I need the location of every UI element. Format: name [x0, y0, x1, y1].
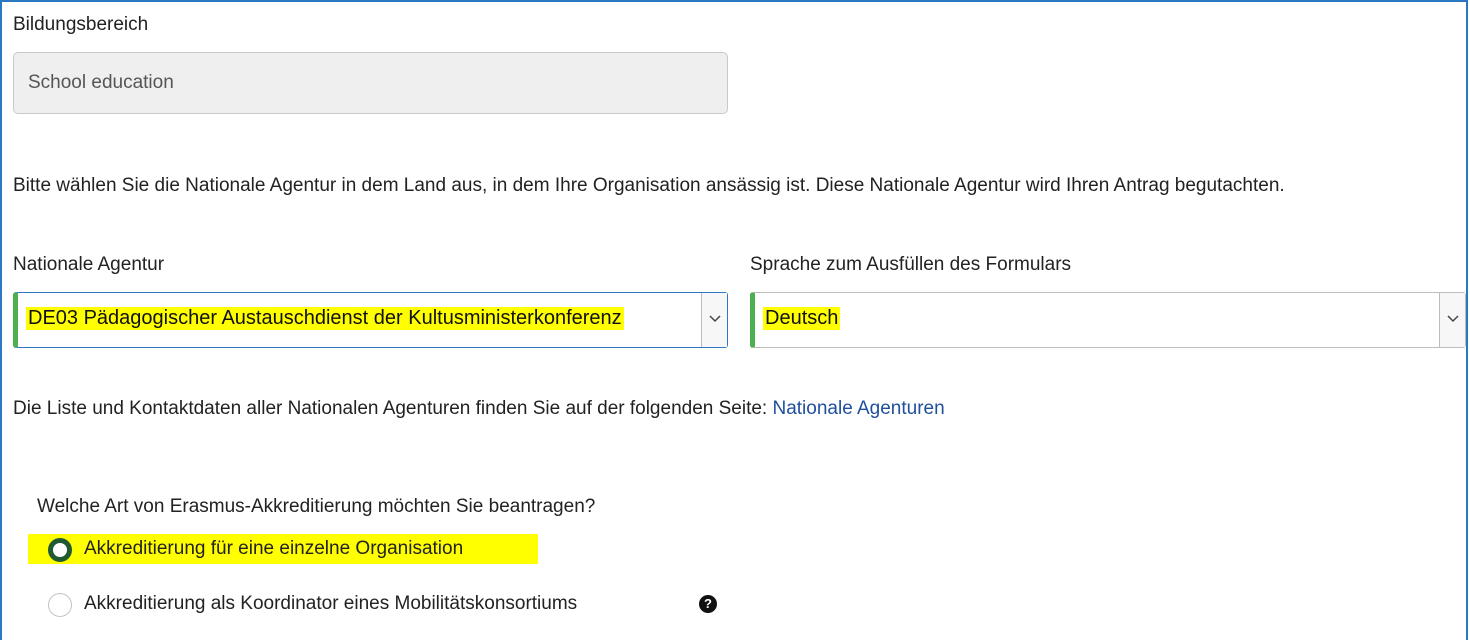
contact-info-text: Die Liste und Kontaktdaten aller Nationa… [13, 398, 768, 419]
national-agency-dropdown-toggle[interactable] [701, 293, 727, 347]
form-language-dropdown-toggle[interactable] [1439, 293, 1465, 347]
education-field-value: School education [28, 72, 174, 93]
accreditation-single-radio[interactable] [48, 538, 72, 562]
national-agency-label: Nationale Agentur [13, 254, 165, 275]
question-circle-icon[interactable]: ? [699, 595, 717, 613]
chevron-down-icon [709, 315, 721, 323]
form-language-selected-value: Deutsch [763, 307, 841, 330]
national-agencies-link[interactable]: Nationale Agenturen [772, 398, 944, 419]
form-language-label: Sprache zum Ausfüllen des Formulars [750, 254, 1072, 275]
education-field: School education [13, 52, 728, 114]
accreditation-single-label[interactable]: Akkreditierung für eine einzelne Organis… [84, 538, 463, 560]
accreditation-question: Welche Art von Erasmus-Akkreditierung mö… [37, 496, 596, 517]
contact-info: Die Liste und Kontaktdaten aller Nationa… [13, 398, 945, 420]
national-agency-selected-value: DE03 Pädagogischer Austauschdienst der K… [26, 307, 624, 330]
instruction-text: Bitte wählen Sie die Nationale Agentur i… [13, 175, 1285, 196]
education-field-label: Bildungsbereich [13, 14, 149, 35]
chevron-down-icon [1447, 315, 1459, 323]
national-agency-select[interactable]: DE03 Pädagogischer Austauschdienst der K… [13, 292, 728, 348]
form-language-select[interactable]: Deutsch [750, 292, 1466, 348]
accreditation-consortium-radio[interactable] [48, 593, 72, 617]
accreditation-consortium-label[interactable]: Akkreditierung als Koordinator eines Mob… [84, 593, 577, 615]
